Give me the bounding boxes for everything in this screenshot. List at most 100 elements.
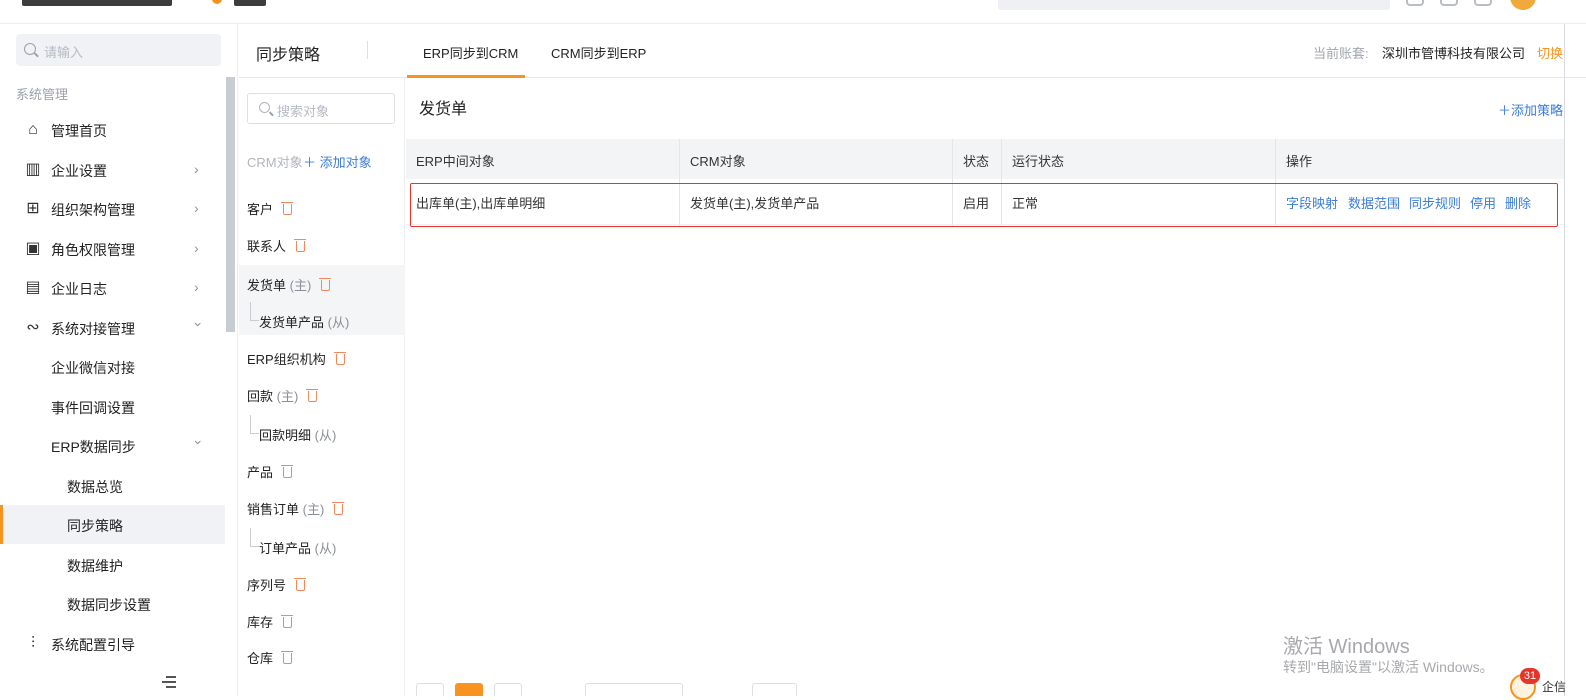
chat-widget[interactable]: 31 企信	[1500, 666, 1586, 700]
column-header: 运行状态	[1012, 154, 1065, 169]
sidebar-item-label: 数据总览	[67, 479, 123, 495]
sidebar-item-org[interactable]: ⊞ 组织架构管理 ›	[0, 189, 225, 228]
sidebar-search-input[interactable]: 请输入	[16, 34, 221, 66]
page-jump-input[interactable]	[752, 683, 797, 696]
list-item[interactable]: 仓库	[239, 638, 405, 675]
sidebar-item-label: 企业微信对接	[51, 360, 135, 376]
sidebar-item-label: 管理首页	[51, 123, 107, 139]
page-header: 同步策略 ERP同步到CRM CRM同步到ERP 当前账套: 深圳市管博科技有限…	[239, 24, 1586, 78]
object-name: 序列号	[247, 578, 287, 593]
add-object-button[interactable]: ＋ 添加对象	[303, 152, 372, 171]
list-item[interactable]: 联系人	[239, 226, 405, 263]
sidebar-section-label: 系统管理	[16, 87, 69, 102]
delete-icon[interactable]	[281, 202, 294, 215]
object-search-input[interactable]: 搜索对象	[247, 93, 395, 124]
table-header: ERP中间对象 CRM对象 状态 运行状态 操作	[406, 139, 1564, 179]
user-card-icon: ▣	[25, 240, 41, 257]
object-tag: (从)	[314, 541, 337, 556]
sidebar-item-sync-strategy[interactable]: 同步策略	[0, 505, 225, 544]
list-item[interactable]: 产品	[239, 452, 405, 489]
avatar[interactable]	[1510, 0, 1536, 10]
sidebar-item-label: 角色权限管理	[51, 242, 135, 258]
next-page-button[interactable]	[494, 683, 522, 696]
sidebar-item-callback[interactable]: 事件回调设置	[0, 387, 225, 426]
delete-icon[interactable]	[294, 578, 307, 591]
sidebar-item-label: 企业设置	[51, 163, 107, 179]
column-header: CRM对象	[690, 154, 746, 169]
list-item[interactable]: ERP组织机构	[239, 339, 405, 376]
delete-icon[interactable]	[333, 352, 346, 365]
activation-watermark-title: 激活 Windows	[1283, 636, 1410, 658]
list-item[interactable]: 发货单 (主)	[239, 265, 405, 302]
sidebar-item-label: 系统配置引导	[51, 637, 135, 653]
calendar-icon[interactable]	[1440, 0, 1458, 6]
delete-icon[interactable]	[332, 502, 345, 515]
list-item[interactable]: 序列号	[239, 565, 405, 602]
section-title: 发货单	[419, 101, 468, 118]
page-button-current[interactable]	[455, 683, 483, 696]
chevron-right-icon: ›	[194, 200, 199, 216]
sidebar-item-integration[interactable]: ∾ 系统对接管理 ›	[0, 308, 225, 347]
sidebar-item-label: 企业日志	[51, 281, 107, 297]
search-icon	[259, 102, 270, 113]
sidebar-item-roles[interactable]: ▣ 角色权限管理 ›	[0, 229, 225, 268]
crm-object-label: CRM对象	[247, 155, 303, 170]
object-name: 发货单产品	[259, 315, 325, 330]
home-icon: ⌂	[28, 121, 38, 138]
account-label: 当前账套:	[1313, 46, 1369, 61]
list-item[interactable]: 回款 (主)	[239, 376, 405, 413]
sidebar-search-placeholder: 请输入	[44, 45, 84, 60]
list-item[interactable]: 库存	[239, 602, 405, 639]
object-name: 销售订单	[247, 502, 300, 517]
search-icon	[24, 43, 36, 55]
sidebar-scrollbar[interactable]	[226, 77, 235, 332]
account-value: 深圳市管博科技有限公司	[1382, 46, 1526, 61]
chevron-right-icon: ›	[194, 279, 199, 295]
list-item[interactable]: 销售订单 (主)	[239, 489, 405, 526]
delete-icon[interactable]	[294, 239, 307, 252]
divider	[367, 41, 368, 59]
delete-icon[interactable]	[281, 465, 294, 478]
sidebar-item-sync-settings[interactable]: 数据同步设置	[0, 584, 225, 623]
tab-erp-to-crm[interactable]: ERP同步到CRM	[423, 43, 518, 62]
right-edge-border	[1564, 24, 1565, 696]
add-strategy-button[interactable]: ＋添加策略	[1498, 100, 1563, 119]
sidebar-item-enterprise-settings[interactable]: ▥ 企业设置 ›	[0, 150, 225, 189]
object-name: 仓库	[247, 651, 274, 666]
sidebar: 请输入 系统管理 ⌂ 管理首页 ▥ 企业设置 › ⊞ 组织架构管理 › ▣ 角色…	[0, 24, 238, 696]
global-search[interactable]	[998, 0, 1390, 10]
gear-icon[interactable]	[1474, 0, 1492, 6]
add-strategy-label: 添加策略	[1511, 103, 1564, 118]
sidebar-item-data-maintenance[interactable]: 数据维护	[0, 545, 225, 584]
breadcrumb-cut	[22, 0, 172, 6]
plus-icon: ＋	[303, 155, 317, 170]
sidebar-item-label: 事件回调设置	[51, 400, 135, 416]
tab-crm-to-erp[interactable]: CRM同步到ERP	[551, 43, 646, 62]
log-icon: ▤	[25, 279, 41, 296]
column-header: ERP中间对象	[416, 154, 495, 169]
message-icon[interactable]	[1406, 0, 1424, 6]
delete-icon[interactable]	[306, 389, 319, 402]
sliders-icon: ⫶	[30, 635, 35, 652]
sidebar-item-config-guide[interactable]: ⫶ 系统配置引导	[0, 624, 225, 663]
delete-icon[interactable]	[281, 651, 294, 664]
sidebar-item-home[interactable]: ⌂ 管理首页	[0, 110, 225, 149]
page-size-select[interactable]	[585, 683, 683, 696]
collapse-menu-icon[interactable]	[160, 676, 178, 690]
sidebar-item-overview[interactable]: 数据总览	[0, 466, 225, 505]
object-name: ERP组织机构	[247, 352, 326, 367]
delete-icon[interactable]	[319, 278, 332, 291]
list-item[interactable]: 订单产品 (从)	[239, 528, 405, 565]
delete-icon[interactable]	[281, 615, 294, 628]
switch-account-link[interactable]: 切换	[1537, 43, 1563, 62]
sidebar-item-log[interactable]: ▤ 企业日志 ›	[0, 268, 225, 307]
plus-icon: ＋	[1498, 103, 1512, 118]
active-tab-indicator	[407, 75, 525, 78]
sidebar-item-wecom[interactable]: 企业微信对接	[0, 347, 225, 386]
list-item[interactable]: 客户	[239, 189, 405, 226]
list-item[interactable]: 回款明细 (从)	[239, 415, 405, 452]
list-item[interactable]: 发货单产品 (从)	[239, 302, 405, 335]
prev-page-button[interactable]	[416, 683, 444, 696]
sidebar-item-erp-sync[interactable]: ERP数据同步 ›	[0, 426, 225, 465]
page-title: 同步策略	[256, 47, 321, 64]
